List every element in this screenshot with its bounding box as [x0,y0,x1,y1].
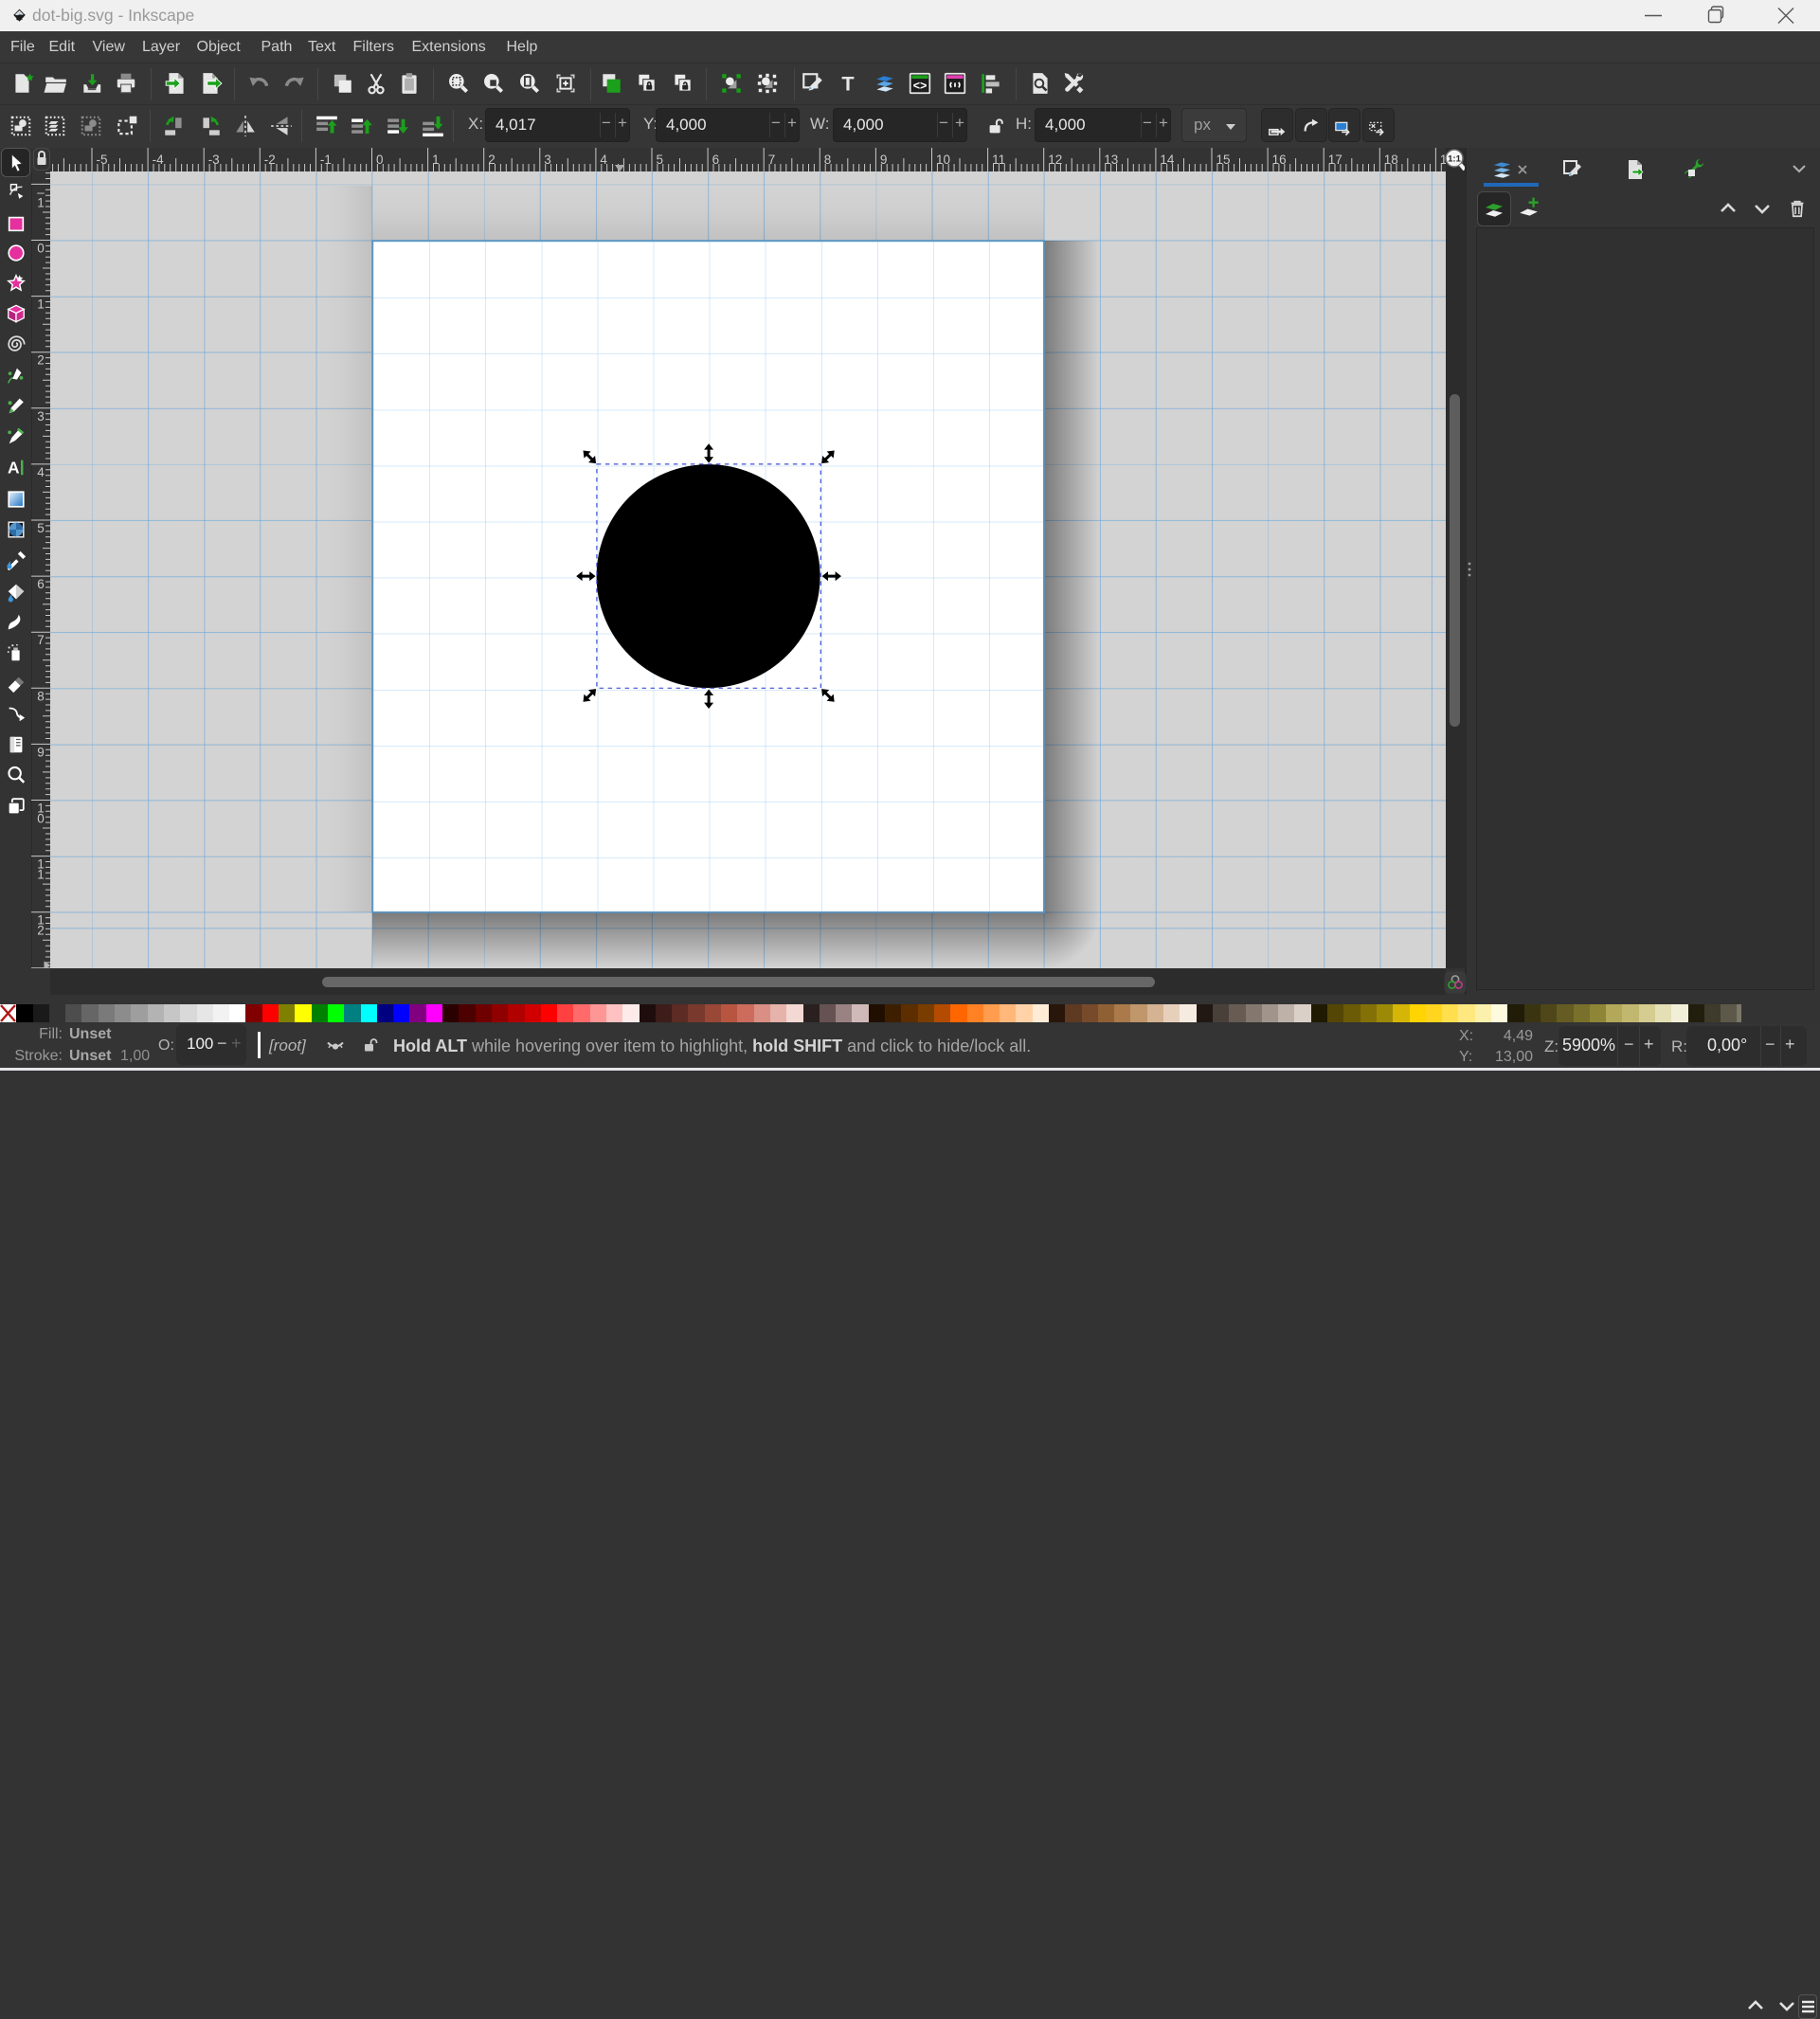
svg-text:12: 12 [1048,153,1062,167]
svg-text:10: 10 [936,153,950,167]
svg-text:14: 14 [1160,153,1175,167]
svg-text:A: A [7,459,19,478]
svg-text:4: 4 [600,153,607,167]
svg-text:3: 3 [544,153,551,167]
svg-text:6: 6 [712,153,720,167]
svg-text:5: 5 [657,153,664,167]
svg-text:-4: -4 [153,153,164,167]
svg-text:2: 2 [37,353,45,368]
svg-text:11: 11 [992,153,1005,167]
svg-text:-1: -1 [320,153,332,167]
svg-text:4: 4 [37,465,45,479]
svg-text:2: 2 [488,153,496,167]
svg-text:0: 0 [376,153,384,167]
svg-text:9: 9 [37,745,45,759]
svg-text:1:1: 1:1 [1448,154,1461,165]
svg-text:2: 2 [37,924,45,938]
svg-text:16: 16 [1272,153,1287,167]
svg-text:-5: -5 [97,153,108,167]
svg-text:T: T [841,72,854,96]
svg-text:6: 6 [37,577,45,591]
svg-text:3: 3 [37,409,45,424]
svg-text:8: 8 [824,153,832,167]
svg-text:13: 13 [1104,153,1118,167]
svg-text:1: 1 [37,297,45,312]
svg-text:<>: <> [913,80,928,93]
svg-text:1: 1 [432,153,440,167]
svg-text:-3: -3 [208,153,220,167]
svg-text:0: 0 [37,812,45,826]
svg-text:5: 5 [37,521,45,535]
svg-text:18: 18 [1384,153,1398,167]
svg-text:-2: -2 [264,153,276,167]
svg-text:0: 0 [37,242,45,256]
svg-text:8: 8 [37,689,45,703]
svg-text:7: 7 [768,153,776,167]
svg-text:9: 9 [880,153,888,167]
svg-text:15: 15 [1216,153,1231,167]
svg-text:1: 1 [37,195,45,209]
svg-text:1: 1 [37,868,45,882]
svg-text:7: 7 [37,633,45,647]
svg-text:17: 17 [1328,153,1342,167]
